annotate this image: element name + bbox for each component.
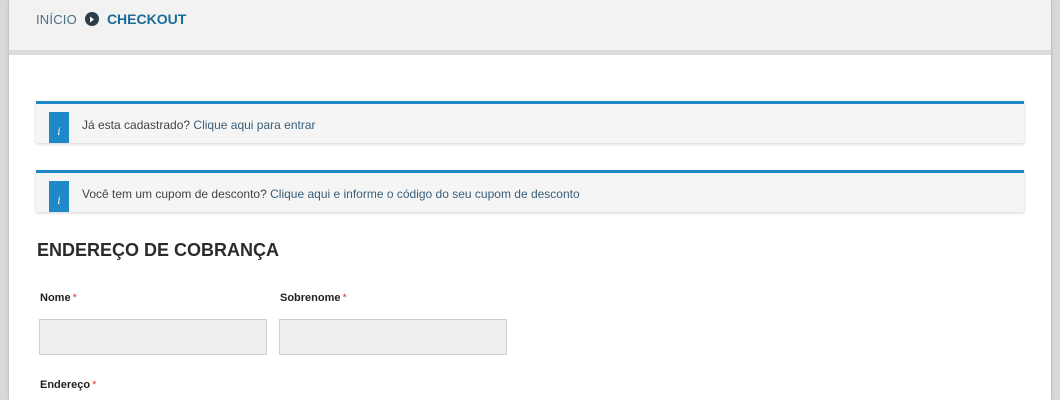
breadcrumb-current: CHECKOUT xyxy=(106,11,187,27)
last-name-label: Sobrenome * xyxy=(280,292,347,304)
address-label-text: Endereço xyxy=(40,379,91,391)
first-name-label-text: Nome xyxy=(40,292,71,304)
billing-section-title: ENDEREÇO DE COBRANÇA xyxy=(37,240,280,260)
login-notice-text: Já esta cadastrado? Clique aqui para ent… xyxy=(82,118,316,132)
breadcrumb-home-link[interactable]: INÍCIO xyxy=(36,12,77,27)
coupon-link[interactable]: Clique aqui e informe o código do seu cu… xyxy=(270,187,580,201)
coupon-notice: i Você tem um cupom de desconto? Clique … xyxy=(36,170,1024,212)
login-notice-prefix: Já esta cadastrado? xyxy=(82,118,191,132)
required-marker: * xyxy=(72,292,77,304)
info-icon: i xyxy=(49,112,69,143)
info-icon: i xyxy=(49,181,69,212)
last-name-label-text: Sobrenome xyxy=(280,292,341,304)
required-marker: * xyxy=(342,292,347,304)
last-name-input[interactable] xyxy=(279,319,507,355)
checkout-page: INÍCIO CHECKOUT i Já esta cadastrado? Cl… xyxy=(9,0,1051,400)
coupon-notice-text: Você tem um cupom de desconto? Clique aq… xyxy=(82,187,580,201)
circle-arrow-right-icon xyxy=(84,12,99,26)
coupon-notice-prefix: Você tem um cupom de desconto? xyxy=(82,187,267,201)
address-label: Endereço * xyxy=(40,379,96,391)
login-link[interactable]: Clique aqui para entrar xyxy=(193,118,315,132)
breadcrumb: INÍCIO CHECKOUT xyxy=(9,0,1051,55)
login-notice: i Já esta cadastrado? Clique aqui para e… xyxy=(36,101,1024,143)
first-name-input[interactable] xyxy=(39,319,267,355)
first-name-label: Nome * xyxy=(40,292,77,304)
required-marker: * xyxy=(92,379,97,391)
